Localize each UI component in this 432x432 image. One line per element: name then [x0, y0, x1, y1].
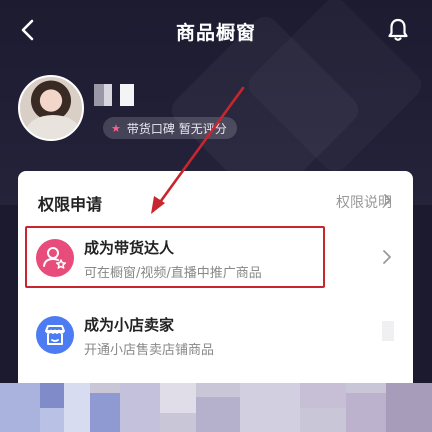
- become-seller-row[interactable]: 成为小店卖家 开通小店售卖店铺商品: [18, 303, 413, 371]
- row-subtitle: 开通小店售卖店铺商品: [84, 343, 215, 358]
- permissions-title: 权限申请: [38, 195, 103, 214]
- pixelated-area: [382, 321, 394, 341]
- reputation-badge: ★ 带货口碑 暂无评分: [103, 117, 237, 139]
- highlight-box: [25, 226, 325, 288]
- star-icon: ★: [111, 121, 121, 135]
- navigation-bar: 商品橱窗: [0, 0, 432, 62]
- avatar-image: [26, 115, 80, 139]
- badge-text: 带货口碑 暂无评分: [126, 121, 227, 136]
- username-pixelated: [94, 84, 138, 106]
- shop-icon: [36, 316, 74, 354]
- chevron-right-icon: [384, 194, 391, 206]
- avatar[interactable]: [18, 75, 84, 141]
- bell-icon[interactable]: [384, 16, 412, 44]
- chevron-right-icon: [383, 250, 391, 264]
- page-title: 商品橱窗: [175, 22, 256, 44]
- pixelated-content-strip: [0, 383, 432, 432]
- row-title: 成为小店卖家: [84, 316, 175, 334]
